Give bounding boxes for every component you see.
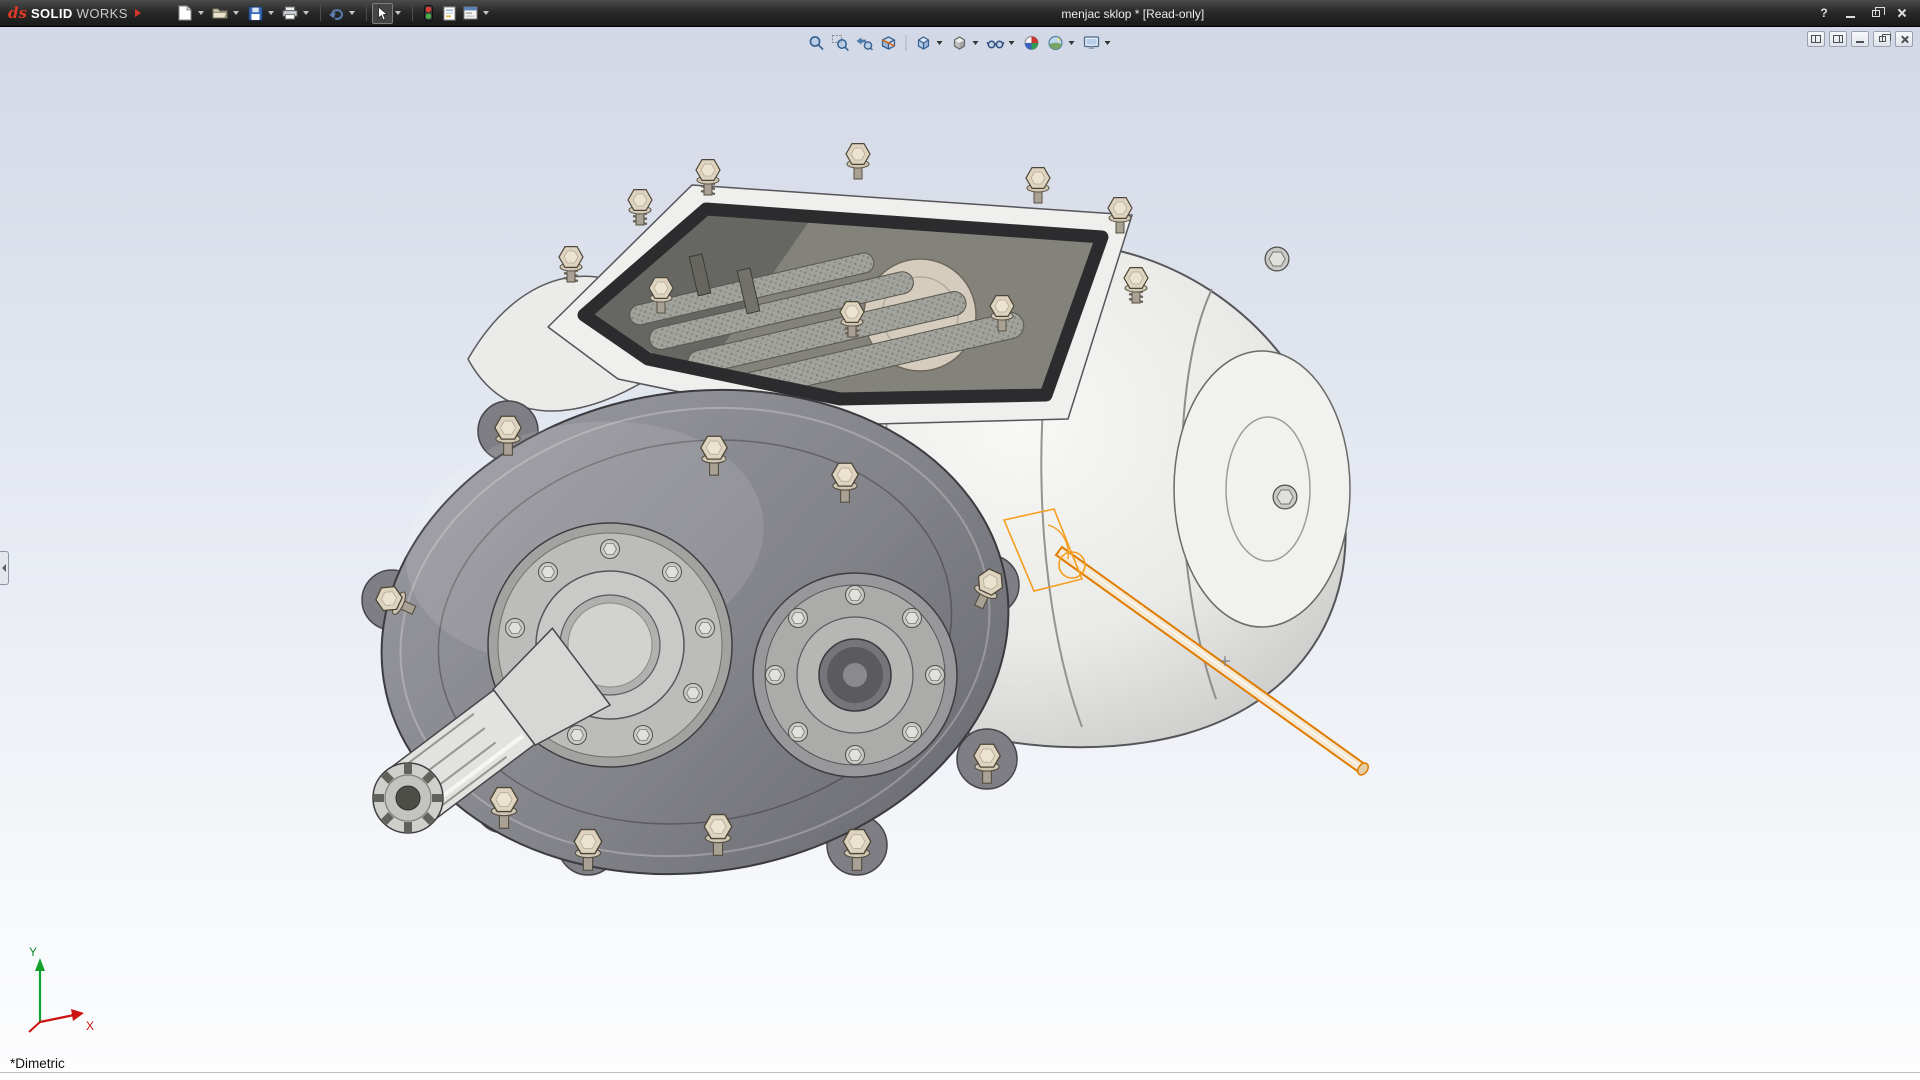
right-bearing-boss[interactable] bbox=[753, 573, 957, 777]
window-controls: ? bbox=[1812, 4, 1920, 23]
rebuild-traffic-light-icon bbox=[424, 5, 433, 21]
document-close-icon bbox=[1900, 35, 1909, 44]
ds-logo-icon: ds bbox=[8, 6, 27, 21]
document-title: menjac sklop * [Read-only] bbox=[1061, 0, 1204, 27]
solidworks-window: ds SOLID WORKS bbox=[0, 0, 1920, 1080]
toolbar-separator bbox=[366, 5, 367, 21]
file-properties-button[interactable] bbox=[439, 3, 460, 24]
minimize-button[interactable] bbox=[1838, 4, 1862, 23]
open-button[interactable] bbox=[210, 3, 231, 24]
apply-scene-icon bbox=[1047, 34, 1065, 52]
view-orientation-icon bbox=[915, 34, 933, 52]
options-icon bbox=[463, 6, 478, 20]
section-view-icon bbox=[880, 34, 898, 52]
close-icon bbox=[1897, 8, 1907, 18]
hide-show-items-dropdown[interactable] bbox=[1009, 41, 1015, 45]
standard-toolbar bbox=[175, 3, 495, 24]
triad-y-label: Y bbox=[29, 945, 37, 959]
view-orientation-dropdown[interactable] bbox=[937, 41, 943, 45]
save-dropdown[interactable] bbox=[268, 11, 274, 15]
brand-works: WORKS bbox=[77, 6, 128, 21]
featuremanager-flyout-tab[interactable] bbox=[0, 551, 9, 585]
pane-left-button[interactable] bbox=[1807, 31, 1825, 47]
document-restore-icon bbox=[1879, 36, 1886, 42]
minimize-icon bbox=[1846, 16, 1855, 18]
previous-view-button[interactable] bbox=[853, 32, 877, 54]
restore-button[interactable] bbox=[1864, 4, 1888, 23]
select-dropdown[interactable] bbox=[395, 11, 401, 15]
toolbar-separator bbox=[320, 5, 321, 21]
file-properties-icon bbox=[443, 6, 456, 21]
pane-right-button[interactable] bbox=[1829, 31, 1847, 47]
orientation-triad: Y X bbox=[16, 942, 100, 1038]
pane-right-icon bbox=[1833, 35, 1843, 43]
heads-up-view-toolbar bbox=[805, 32, 1116, 54]
view-settings-dropdown[interactable] bbox=[1105, 41, 1111, 45]
titlebar: ds SOLID WORKS bbox=[0, 0, 1920, 27]
document-restore-button[interactable] bbox=[1873, 31, 1891, 47]
open-dropdown[interactable] bbox=[233, 11, 239, 15]
rebuild-button[interactable] bbox=[418, 3, 439, 24]
headsup-separator bbox=[906, 35, 907, 51]
brand-solid: SOLID bbox=[31, 6, 73, 21]
brand-arrow-icon bbox=[135, 9, 141, 17]
save-icon bbox=[248, 6, 263, 21]
display-style-button[interactable] bbox=[948, 32, 972, 54]
flyout-arrow-icon bbox=[2, 564, 6, 572]
document-close-button[interactable] bbox=[1895, 31, 1913, 47]
help-button[interactable]: ? bbox=[1812, 4, 1836, 23]
zoom-to-area-icon bbox=[832, 34, 850, 52]
print-icon bbox=[282, 6, 298, 20]
view-orientation-button[interactable] bbox=[912, 32, 936, 54]
statusbar bbox=[0, 1072, 1920, 1080]
toolbar-separator bbox=[412, 5, 413, 21]
edit-appearance-icon bbox=[1023, 34, 1041, 52]
select-cursor-icon bbox=[376, 6, 388, 21]
new-document-icon bbox=[178, 5, 192, 21]
document-minimize-button[interactable] bbox=[1851, 31, 1869, 47]
gearbox-model[interactable] bbox=[346, 144, 1370, 919]
view-settings-icon bbox=[1083, 34, 1101, 52]
solidworks-logo: ds SOLID WORKS bbox=[0, 6, 153, 21]
graphics-area[interactable]: Y X *Dimetric bbox=[0, 27, 1920, 1072]
zoom-to-area-button[interactable] bbox=[829, 32, 853, 54]
view-settings-button[interactable] bbox=[1080, 32, 1104, 54]
pane-left-icon bbox=[1811, 35, 1821, 43]
new-document-button[interactable] bbox=[175, 3, 196, 24]
document-minimize-icon bbox=[1856, 41, 1864, 43]
print-button[interactable] bbox=[280, 3, 301, 24]
options-button[interactable] bbox=[460, 3, 481, 24]
select-button[interactable] bbox=[372, 3, 393, 24]
spline-face bbox=[373, 763, 443, 833]
housing-bolt[interactable] bbox=[1273, 485, 1297, 509]
triad-x-label: X bbox=[86, 1019, 94, 1033]
document-window-controls bbox=[1807, 31, 1913, 47]
hide-show-items-icon bbox=[987, 34, 1005, 52]
close-button[interactable] bbox=[1890, 4, 1914, 23]
display-style-dropdown[interactable] bbox=[973, 41, 979, 45]
section-view-button[interactable] bbox=[877, 32, 901, 54]
new-document-dropdown[interactable] bbox=[198, 11, 204, 15]
open-folder-icon bbox=[212, 6, 228, 20]
housing-bolt[interactable] bbox=[1265, 247, 1289, 271]
undo-button[interactable] bbox=[326, 3, 347, 24]
zoom-to-fit-icon bbox=[808, 34, 826, 52]
undo-icon bbox=[328, 6, 344, 20]
previous-view-icon bbox=[856, 34, 874, 52]
restore-icon bbox=[1872, 10, 1880, 17]
save-button[interactable] bbox=[245, 3, 266, 24]
options-dropdown[interactable] bbox=[483, 11, 489, 15]
print-dropdown[interactable] bbox=[303, 11, 309, 15]
edit-appearance-button[interactable] bbox=[1020, 32, 1044, 54]
3d-model-scene[interactable] bbox=[0, 27, 1920, 1072]
undo-dropdown[interactable] bbox=[349, 11, 355, 15]
zoom-to-fit-button[interactable] bbox=[805, 32, 829, 54]
apply-scene-dropdown[interactable] bbox=[1069, 41, 1075, 45]
apply-scene-button[interactable] bbox=[1044, 32, 1068, 54]
orientation-label: *Dimetric bbox=[10, 1056, 65, 1071]
display-style-icon bbox=[951, 34, 969, 52]
hide-show-items-button[interactable] bbox=[984, 32, 1008, 54]
